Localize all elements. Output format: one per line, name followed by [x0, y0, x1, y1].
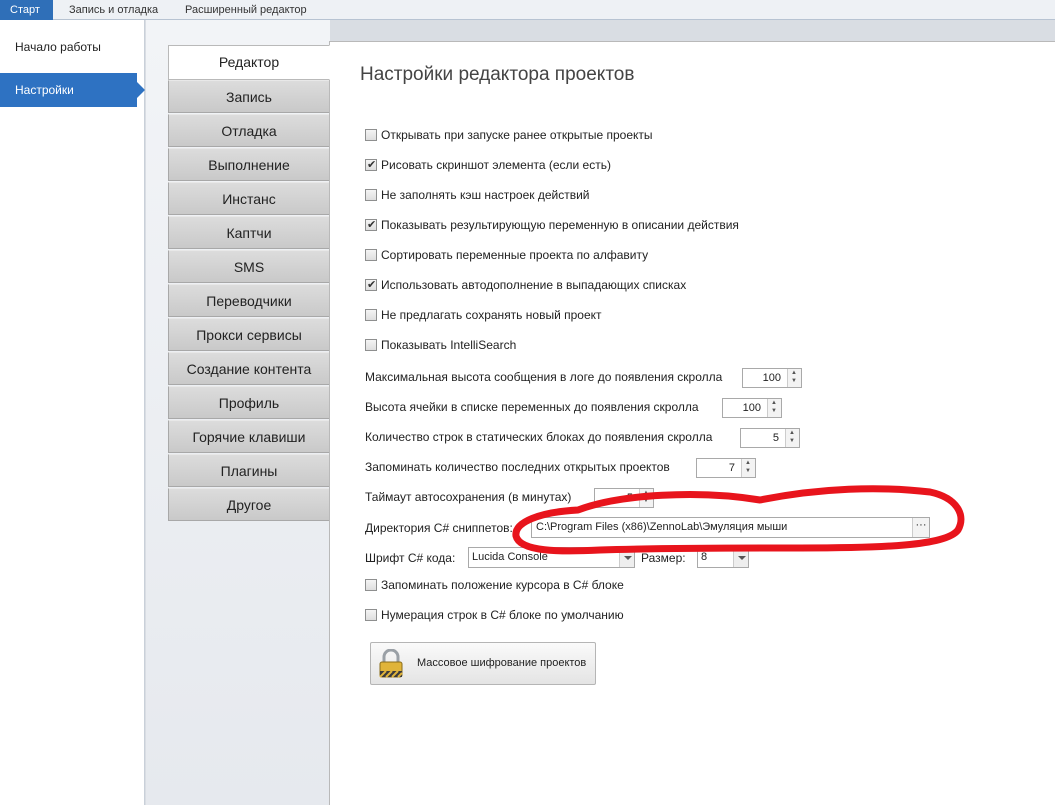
tab-debug[interactable]: Отладка: [168, 114, 330, 147]
autosave-stepper[interactable]: 5 ▲ ▼: [594, 488, 654, 508]
checkbox-label: Не заполнять кэш настроек действий: [381, 188, 590, 202]
stepper-arrows-icon[interactable]: ▲ ▼: [639, 489, 653, 507]
lock-icon: [379, 649, 403, 678]
font-value: Lucida Console: [472, 551, 548, 563]
font-label: Шрифт C# кода:: [365, 551, 456, 565]
checkbox-label: Рисовать скриншот элемента (если есть): [381, 158, 611, 172]
tab-record-debug[interactable]: Запись и отладка: [59, 0, 168, 20]
chevron-down-icon[interactable]: [733, 548, 748, 567]
tab-other[interactable]: Другое: [168, 488, 330, 521]
settings-panel: [329, 41, 1055, 805]
tab-hotkeys[interactable]: Горячие клавиши: [168, 420, 330, 453]
tab-content-creation[interactable]: Создание контента: [168, 352, 330, 385]
checkbox[interactable]: [365, 609, 377, 621]
chevron-down-icon[interactable]: [619, 548, 634, 567]
nav-item-settings[interactable]: Настройки: [0, 73, 145, 107]
recent-projects-label: Запоминать количество последних открытых…: [365, 460, 670, 474]
cell-height-label: Высота ячейки в списке переменных до поя…: [365, 400, 699, 414]
checkbox[interactable]: [365, 249, 377, 261]
tab-start[interactable]: Старт: [0, 0, 53, 20]
left-navigation: Начало работы Настройки: [0, 20, 145, 805]
checkbox-label: Нумерация строк в C# блоке по умолчанию: [381, 608, 624, 622]
tab-captcha[interactable]: Каптчи: [168, 216, 330, 249]
snippets-dir-label: Директория C# сниппетов:: [365, 521, 513, 535]
static-rows-stepper[interactable]: 5 ▲ ▼: [740, 428, 800, 448]
stepper-value: 5: [772, 432, 779, 444]
tab-profile[interactable]: Профиль: [168, 386, 330, 419]
log-height-label: Максимальная высота сообщения в логе до …: [365, 370, 723, 384]
tab-sms[interactable]: SMS: [168, 250, 330, 283]
checkbox-label: Использовать автодополнение в выпадающих…: [381, 278, 687, 292]
checkbox-label: Запоминать положение курсора в C# блоке: [381, 578, 624, 592]
stepper-arrows-icon[interactable]: ▲ ▼: [767, 399, 781, 417]
tab-execution[interactable]: Выполнение: [168, 148, 330, 181]
snippets-dir-input[interactable]: C:\Program Files (x86)\ZennoLab\Эмуляция…: [531, 517, 930, 538]
checkbox-label: Открывать при запуске ранее открытые про…: [381, 128, 653, 142]
stepper-value: 7: [728, 462, 735, 474]
snippets-dir-value: C:\Program Files (x86)\ZennoLab\Эмуляция…: [536, 521, 788, 533]
mass-encrypt-button[interactable]: Массовое шифрование проектов: [370, 642, 596, 685]
tab-proxy-services[interactable]: Прокси сервисы: [168, 318, 330, 351]
checkbox-label: Показывать IntelliSearch: [381, 338, 517, 352]
stepper-arrows-icon[interactable]: ▲ ▼: [787, 369, 801, 387]
nav-item-getting-started[interactable]: Начало работы: [0, 30, 137, 64]
checkbox-label: Не предлагать сохранять новый проект: [381, 308, 602, 322]
font-select[interactable]: Lucida Console: [468, 547, 635, 568]
checkbox[interactable]: [365, 277, 377, 293]
stepper-value: 100: [742, 402, 761, 414]
size-label: Размер:: [641, 551, 686, 565]
checkbox-label: Показывать результирующую переменную в о…: [381, 218, 739, 232]
log-height-stepper[interactable]: 100 ▲ ▼: [742, 368, 802, 388]
cell-height-stepper[interactable]: 100 ▲ ▼: [722, 398, 782, 418]
checkbox[interactable]: [365, 189, 377, 201]
stepper-arrows-icon[interactable]: ▲ ▼: [741, 459, 755, 477]
checkbox[interactable]: [365, 157, 377, 173]
checkbox[interactable]: [365, 339, 377, 351]
page-title: Настройки редактора проектов: [360, 64, 635, 85]
tab-editor[interactable]: Редактор: [168, 45, 330, 80]
autosave-label: Таймаут автосохранения (в минутах): [365, 490, 572, 504]
checkbox[interactable]: [365, 579, 377, 591]
tab-instance[interactable]: Инстанс: [168, 182, 330, 215]
checkbox[interactable]: [365, 217, 377, 233]
mass-encrypt-label: Массовое шифрование проектов: [417, 657, 587, 669]
tab-plugins[interactable]: Плагины: [168, 454, 330, 487]
browse-button[interactable]: ···: [912, 518, 929, 537]
stepper-value: 5: [626, 492, 633, 504]
checkbox-label: Сортировать переменные проекта по алфави…: [381, 248, 649, 262]
checkbox[interactable]: [365, 309, 377, 321]
tab-advanced-editor[interactable]: Расширенный редактор: [175, 0, 317, 20]
checkbox[interactable]: [365, 129, 377, 141]
tab-record[interactable]: Запись: [168, 80, 330, 113]
tab-translators[interactable]: Переводчики: [168, 284, 330, 317]
static-rows-label: Количество строк в статических блоках до…: [365, 430, 713, 444]
size-select[interactable]: 8: [697, 547, 749, 568]
stepper-value: 100: [762, 372, 781, 384]
recent-projects-stepper[interactable]: 7 ▲ ▼: [696, 458, 756, 478]
stepper-arrows-icon[interactable]: ▲ ▼: [785, 429, 799, 447]
size-value: 8: [701, 551, 708, 563]
ribbon-tabs: Старт Запись и отладка Расширенный редак…: [0, 0, 1055, 20]
